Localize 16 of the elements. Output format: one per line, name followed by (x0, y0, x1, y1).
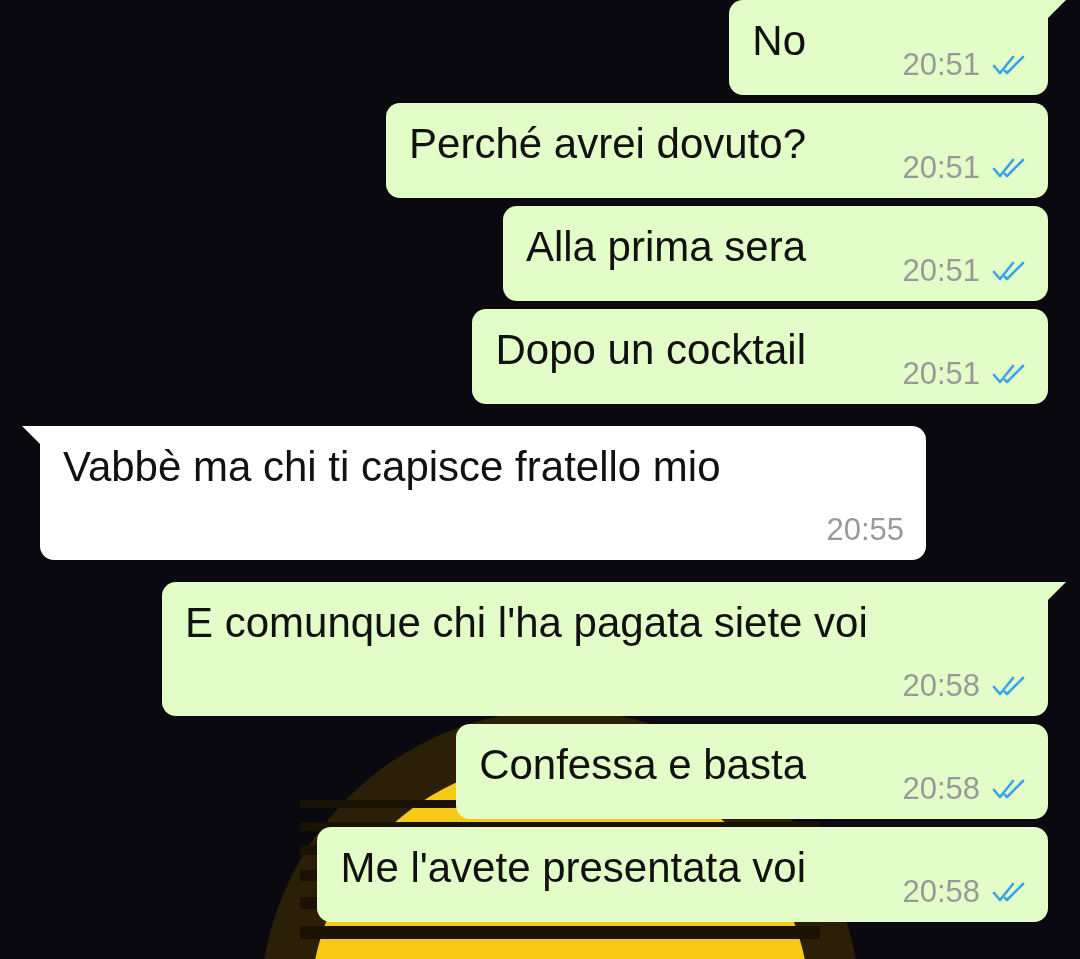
message-time: 20:51 (902, 356, 980, 392)
message-text: Dopo un cocktail (495, 325, 806, 375)
message-time: 20:58 (902, 874, 980, 910)
message-time: 20:51 (902, 47, 980, 83)
message-text: Alla prima sera (525, 222, 806, 272)
message-text: Perché avrei dovuto? (409, 119, 806, 169)
message-text: E comunque chi l'ha pagata siete voi (185, 598, 869, 648)
message-text: Vabbè ma chi ti capisce fratello mio (63, 442, 722, 492)
message-text: Confessa e basta (479, 740, 806, 790)
message-time: 20:55 (826, 512, 904, 548)
message-time: 20:51 (902, 150, 980, 186)
message-time: 20:51 (902, 253, 980, 289)
message-text: Me l'avete presentata voi (340, 843, 806, 893)
message-text: No (752, 16, 806, 66)
message-time: 20:58 (902, 771, 980, 807)
message-time: 20:58 (902, 668, 980, 704)
